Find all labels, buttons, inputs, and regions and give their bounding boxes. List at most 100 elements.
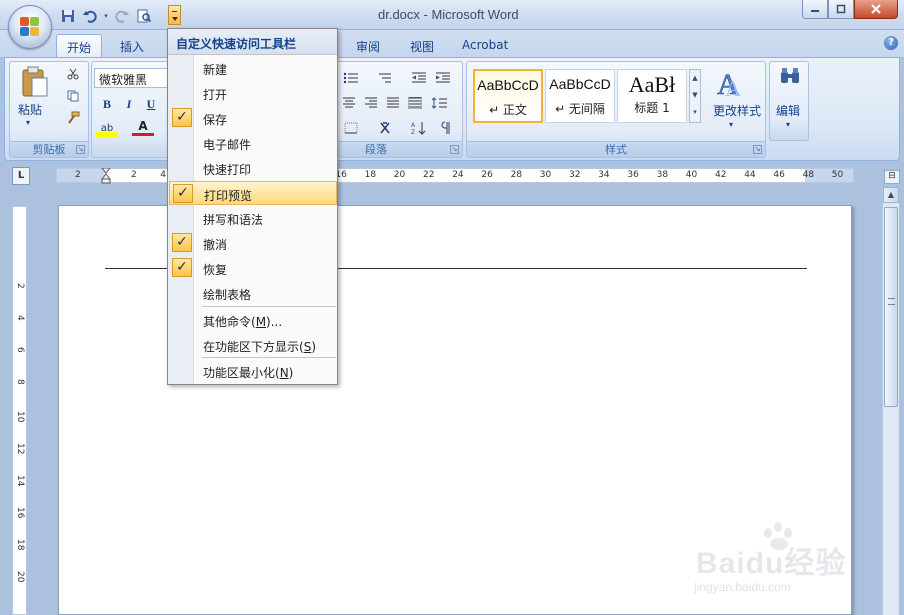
- chevron-up-icon[interactable]: ▲: [690, 70, 700, 87]
- styles-scroller[interactable]: ▲ ▼ ▾: [689, 69, 701, 123]
- ruler-tick-label: 30: [539, 170, 552, 180]
- format-painter-icon[interactable]: [62, 108, 84, 128]
- distributed-icon[interactable]: [404, 93, 426, 113]
- ruler-tick-label: 42: [715, 170, 727, 180]
- menu-item-minimize-ribbon[interactable]: 功能区最小化(N): [169, 359, 337, 383]
- menu-item-label: ): [311, 340, 316, 354]
- binoculars-icon[interactable]: [780, 68, 800, 87]
- indent-marker-icon[interactable]: [100, 167, 112, 187]
- minimize-button[interactable]: [802, 0, 828, 19]
- ruler-tick-label: 6: [15, 347, 25, 353]
- increase-indent-icon[interactable]: [432, 68, 454, 88]
- copy-icon[interactable]: [62, 86, 84, 106]
- tab-review[interactable]: 审阅: [346, 34, 390, 57]
- scroll-thumb[interactable]: [884, 207, 898, 407]
- menu-item[interactable]: 打开: [169, 81, 337, 105]
- align-right-icon[interactable]: [360, 93, 382, 113]
- chinese-layout-icon[interactable]: [374, 118, 404, 138]
- bullets-icon[interactable]: [340, 68, 362, 88]
- highlight-button[interactable]: ab: [96, 118, 118, 138]
- maximize-button[interactable]: [828, 0, 854, 19]
- show-marks-icon[interactable]: [436, 118, 458, 138]
- chevron-down-icon[interactable]: ▾: [729, 120, 733, 129]
- vertical-scrollbar[interactable]: ▲: [882, 187, 899, 615]
- tab-acrobat[interactable]: Acrobat: [452, 34, 518, 57]
- ruler-tick-label: 20: [393, 170, 406, 180]
- menu-item[interactable]: ✓ 恢复: [169, 256, 337, 280]
- style-heading-1[interactable]: AaBł 标题 1: [617, 69, 687, 123]
- customize-qat-button[interactable]: [168, 5, 181, 25]
- menu-item-label: 恢复: [203, 263, 228, 277]
- view-ruler-toggle-icon[interactable]: ⊟: [884, 170, 900, 184]
- ribbon: 粘贴 ▾ 剪贴板 ↘ 微软雅黑 B I U ab A A Z 段落 ↘ AaBb…: [4, 57, 900, 161]
- menu-item-label: 电子邮件: [203, 138, 252, 152]
- office-button[interactable]: [8, 5, 52, 49]
- dialog-launcher-icon[interactable]: ↘: [753, 145, 762, 154]
- decrease-indent-icon[interactable]: [408, 68, 430, 88]
- chevron-down-icon[interactable]: ▾: [26, 118, 30, 127]
- menu-item[interactable]: 拼写和语法: [169, 206, 337, 230]
- scroll-up-icon[interactable]: ▲: [883, 187, 899, 203]
- line-spacing-icon[interactable]: [428, 93, 456, 113]
- menu-item[interactable]: ✓ 撤消: [169, 231, 337, 255]
- ruler-tick-label: 4: [15, 315, 25, 321]
- close-button[interactable]: [854, 0, 898, 19]
- underline-button[interactable]: U: [140, 94, 162, 114]
- menu-item[interactable]: ✓ 保存: [169, 106, 337, 130]
- chevron-down-icon[interactable]: ▾: [786, 120, 790, 129]
- save-icon[interactable]: [58, 6, 78, 26]
- svg-text:A: A: [411, 122, 416, 129]
- paste-label[interactable]: 粘贴: [18, 101, 42, 118]
- bold-button[interactable]: B: [96, 94, 118, 114]
- dialog-launcher-icon[interactable]: ↘: [76, 145, 85, 154]
- chevron-down-icon[interactable]: ▾: [102, 6, 110, 26]
- chevron-down-icon[interactable]: ▼: [690, 87, 700, 104]
- tab-view[interactable]: 视图: [400, 34, 444, 57]
- menu-item-more-commands[interactable]: 其他命令(M)...: [169, 308, 337, 332]
- dialog-launcher-icon[interactable]: ↘: [450, 145, 459, 154]
- tab-selector[interactable]: L: [12, 167, 30, 185]
- redo-icon[interactable]: [112, 6, 132, 26]
- menu-item[interactable]: 电子邮件: [169, 131, 337, 155]
- align-center-icon[interactable]: [338, 93, 360, 113]
- menu-item-label: 快速打印: [203, 163, 252, 177]
- style-no-spacing[interactable]: AaBbCcD ↵ 无间隔: [545, 69, 615, 123]
- print-preview-icon[interactable]: [134, 6, 154, 26]
- multilevel-list-icon[interactable]: [374, 68, 396, 88]
- menu-item[interactable]: 快速打印: [169, 156, 337, 180]
- italic-button[interactable]: I: [118, 94, 140, 114]
- menu-item-label: 撤消: [203, 238, 228, 252]
- menu-item[interactable]: ✓ 打印预览: [169, 181, 337, 205]
- font-name-combo[interactable]: 微软雅黑: [94, 68, 174, 88]
- style-normal[interactable]: AaBbCcD ↵ 正文: [473, 69, 543, 123]
- baidu-watermark: Baidu经验 jingyan.baidu.com: [690, 520, 870, 600]
- ruler-tick-label: 40: [685, 170, 698, 180]
- help-icon[interactable]: ?: [884, 36, 898, 50]
- office-logo-icon: [20, 17, 40, 37]
- cut-icon[interactable]: [62, 64, 84, 84]
- font-color-button[interactable]: A: [132, 118, 154, 136]
- watermark-url: jingyan.baidu.com: [694, 580, 791, 594]
- tab-insert[interactable]: 插入: [110, 34, 154, 57]
- ribbon-tab-bar: 开始 插入 审阅 视图 Acrobat ?: [0, 30, 904, 57]
- change-styles-label[interactable]: 更改样式: [707, 102, 767, 119]
- borders-icon[interactable]: [340, 118, 362, 138]
- editing-label[interactable]: 编辑: [776, 102, 800, 119]
- ruler-tick-label: 50: [831, 170, 844, 180]
- menu-item[interactable]: 新建: [169, 56, 337, 80]
- tab-home[interactable]: 开始: [56, 34, 103, 57]
- justify-icon[interactable]: [382, 93, 404, 113]
- menu-item-label: 功能区最小化(: [203, 366, 280, 380]
- change-styles-icon[interactable]: AA: [713, 66, 749, 102]
- more-styles-icon[interactable]: ▾: [690, 104, 700, 121]
- paste-icon[interactable]: [20, 66, 50, 97]
- quick-access-toolbar: ▾: [58, 5, 154, 27]
- menu-item[interactable]: 绘制表格: [169, 281, 337, 305]
- menu-item-label: 保存: [203, 113, 228, 127]
- sort-icon[interactable]: AZ: [408, 118, 430, 138]
- menu-item-show-below-ribbon[interactable]: 在功能区下方显示(S): [169, 333, 337, 357]
- ruler-tick-label: 10: [15, 411, 25, 423]
- vertical-ruler[interactable]: 2 4 6 8 10 12 14 16 18 20: [12, 206, 27, 615]
- ruler-tick-label: 26: [481, 170, 493, 180]
- undo-icon[interactable]: [80, 6, 100, 26]
